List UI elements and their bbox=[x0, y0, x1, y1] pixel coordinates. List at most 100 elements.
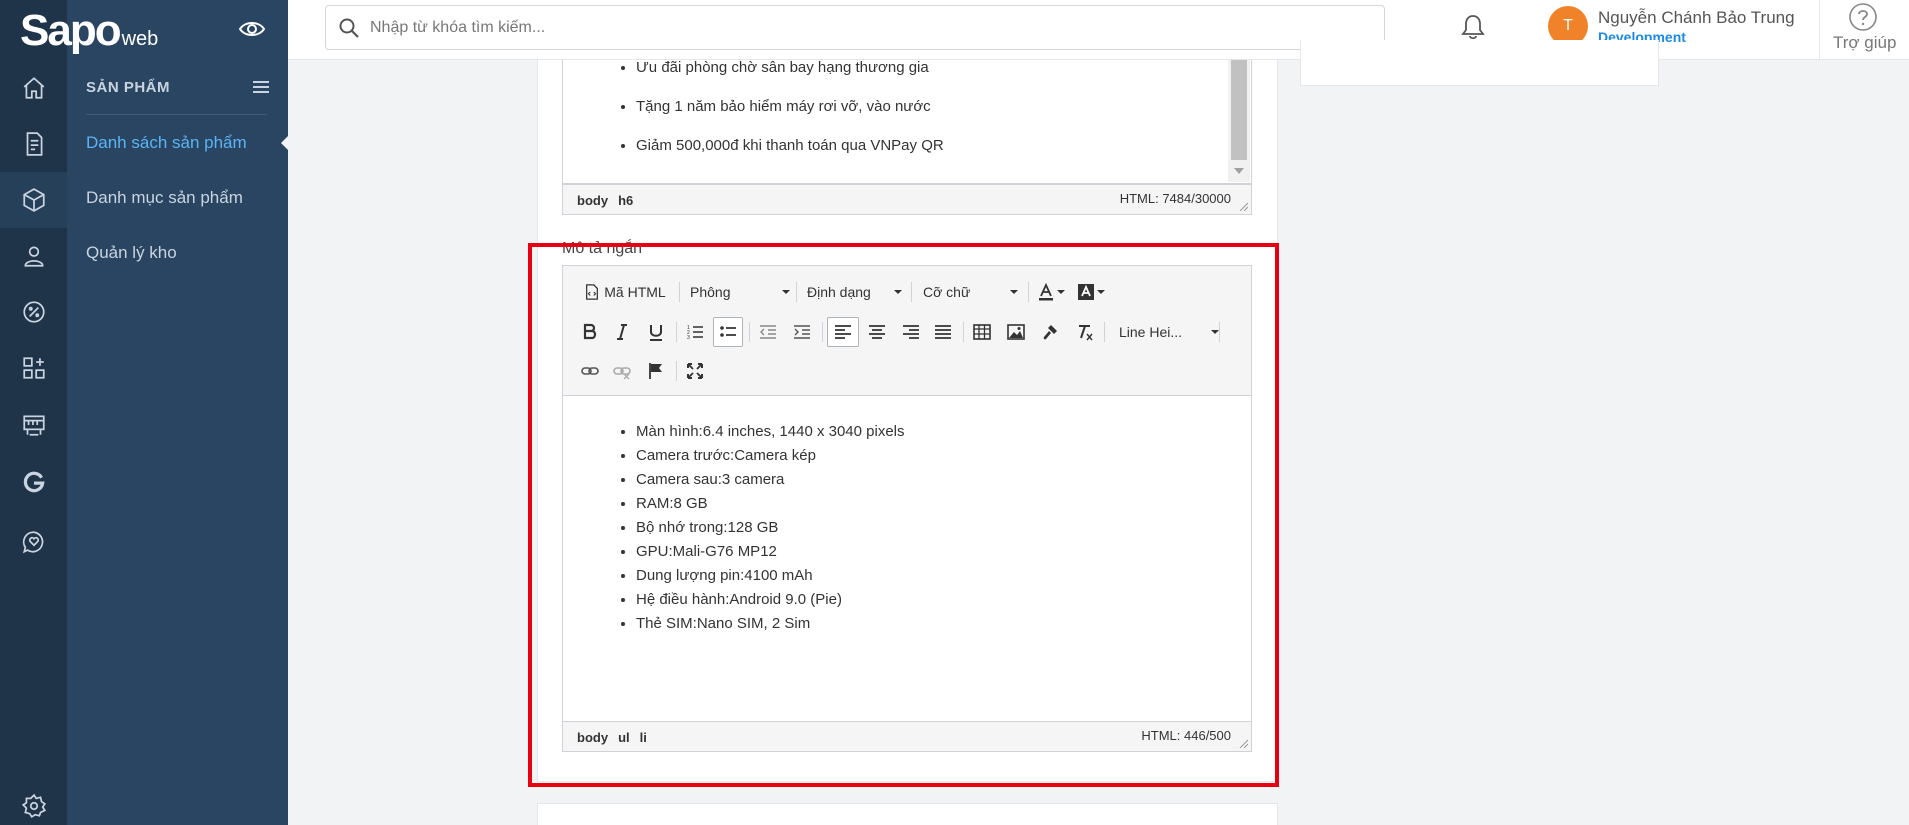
align-left-button[interactable] bbox=[827, 317, 859, 347]
html-source-button[interactable]: Mã HTML bbox=[580, 277, 670, 307]
chevron-down-icon bbox=[1057, 290, 1065, 294]
chevron-down-icon bbox=[782, 290, 790, 294]
format-dropdown-label: Định dạng bbox=[807, 284, 871, 300]
align-justify-button[interactable] bbox=[929, 317, 957, 347]
right-side-card bbox=[1300, 40, 1659, 86]
scroll-down-arrow-icon[interactable] bbox=[1234, 168, 1244, 174]
fullscreen-icon bbox=[687, 363, 703, 379]
clear-format-button[interactable] bbox=[1070, 317, 1098, 347]
help-label[interactable]: Trợ giúp bbox=[1833, 33, 1896, 53]
scroll-thumb[interactable] bbox=[1231, 60, 1247, 160]
user-name[interactable]: Nguyễn Chánh Bảo Trung bbox=[1598, 8, 1795, 28]
bell-icon[interactable] bbox=[1460, 13, 1486, 41]
font-dropdown[interactable]: Phông bbox=[690, 277, 790, 307]
outdent-button[interactable] bbox=[754, 317, 782, 347]
indent-button[interactable] bbox=[788, 317, 816, 347]
toolbar-separator bbox=[1028, 282, 1029, 302]
menu-icon[interactable] bbox=[253, 80, 269, 94]
rail-customers[interactable] bbox=[0, 228, 67, 284]
sidebar-divider bbox=[86, 114, 267, 115]
fullscreen-button[interactable] bbox=[681, 356, 709, 386]
sidebar-panel: SẢN PHẨM Danh sách sản phẩm Danh mục sản… bbox=[67, 0, 289, 825]
list-item: Camera trước:Camera kép bbox=[636, 445, 1251, 469]
toolbar-separator bbox=[911, 282, 912, 302]
short-description-editor-content[interactable]: Màn hình:6.4 inches, 1440 x 3040 pixels … bbox=[562, 396, 1252, 722]
toolbar-separator bbox=[679, 282, 680, 302]
html-source-label: Mã HTML bbox=[604, 284, 666, 300]
rail-store[interactable] bbox=[0, 397, 67, 453]
editor-scrollbar[interactable] bbox=[1228, 60, 1250, 182]
numbered-list-button[interactable]: 123 bbox=[681, 317, 709, 347]
unlink-button[interactable] bbox=[608, 356, 636, 386]
active-caret bbox=[281, 135, 289, 151]
next-section-card bbox=[537, 803, 1278, 825]
list-item: Ưu đãi phòng chờ sân bay hạng thương gia bbox=[636, 60, 1251, 97]
italic-button[interactable] bbox=[608, 317, 636, 347]
rail-apps[interactable] bbox=[0, 340, 67, 396]
toolbar-separator bbox=[749, 322, 750, 342]
link-button[interactable] bbox=[576, 356, 604, 386]
settings-icon bbox=[21, 793, 46, 819]
flag-icon bbox=[649, 363, 662, 379]
line-height-dropdown[interactable]: Line Hei... bbox=[1119, 317, 1229, 347]
anchor-button[interactable] bbox=[642, 356, 670, 386]
image-icon bbox=[1007, 324, 1025, 340]
rail-chat[interactable] bbox=[0, 514, 67, 570]
eye-icon[interactable] bbox=[237, 14, 267, 44]
short-description-list: Màn hình:6.4 inches, 1440 x 3040 pixels … bbox=[563, 421, 1251, 637]
path-body[interactable]: body bbox=[577, 193, 608, 208]
store-icon bbox=[22, 415, 45, 436]
path-body[interactable]: body bbox=[577, 730, 608, 745]
chevron-down-icon bbox=[1010, 290, 1018, 294]
html-file-icon bbox=[586, 284, 599, 300]
toolbar-separator bbox=[676, 361, 677, 381]
list-item: RAM:8 GB bbox=[636, 493, 1251, 517]
element-path: body ul li bbox=[577, 730, 657, 745]
rail-settings[interactable] bbox=[0, 778, 67, 825]
rail-orders[interactable] bbox=[0, 116, 67, 172]
resize-grip-icon[interactable] bbox=[1238, 201, 1248, 211]
description-editor-content[interactable]: Ưu đãi phòng chờ sân bay hạng thương gia… bbox=[562, 60, 1252, 184]
search-box bbox=[325, 5, 1385, 50]
icon-rail bbox=[0, 0, 67, 825]
text-color-button[interactable] bbox=[1035, 277, 1067, 307]
sapo-logo[interactable]: Sapo web bbox=[20, 6, 158, 56]
numbered-list-icon: 123 bbox=[687, 325, 703, 341]
path-ul[interactable]: ul bbox=[618, 730, 630, 745]
topbar: T Nguyễn Chánh Bảo Trung Development Trợ… bbox=[288, 0, 1909, 60]
html-count: HTML: 7484/30000 bbox=[1119, 191, 1231, 206]
table-button[interactable] bbox=[968, 317, 996, 347]
align-right-button[interactable] bbox=[897, 317, 925, 347]
bold-button[interactable] bbox=[576, 317, 604, 347]
sidebar-item-product-categories[interactable]: Danh mục sản phẩm bbox=[86, 188, 243, 208]
align-center-button[interactable] bbox=[863, 317, 891, 347]
element-path: body h6 bbox=[577, 193, 643, 208]
image-button[interactable] bbox=[1002, 317, 1030, 347]
order-icon bbox=[26, 132, 42, 156]
font-size-dropdown-label: Cỡ chữ bbox=[923, 284, 971, 300]
short-description-label: Mô tả ngắn bbox=[562, 240, 643, 257]
resize-grip-icon[interactable] bbox=[1238, 738, 1248, 748]
sidebar-item-product-list[interactable]: Danh sách sản phẩm bbox=[86, 133, 247, 153]
path-li[interactable]: li bbox=[640, 730, 647, 745]
rail-home[interactable] bbox=[0, 60, 67, 116]
format-dropdown[interactable]: Định dạng bbox=[807, 277, 907, 307]
format-painter-button[interactable] bbox=[1036, 317, 1064, 347]
rail-discounts[interactable] bbox=[0, 284, 67, 340]
list-item: Camera sau:3 camera bbox=[636, 469, 1251, 493]
bullet-list-button[interactable] bbox=[713, 317, 743, 347]
help-icon[interactable] bbox=[1848, 2, 1878, 32]
underline-button[interactable] bbox=[642, 317, 670, 347]
rail-google[interactable] bbox=[0, 454, 67, 510]
toolbar-separator bbox=[963, 322, 964, 342]
path-h6[interactable]: h6 bbox=[618, 193, 633, 208]
chevron-down-icon bbox=[1211, 330, 1219, 334]
unlink-icon bbox=[613, 367, 631, 380]
font-size-dropdown[interactable]: Cỡ chữ bbox=[923, 277, 1023, 307]
rail-products[interactable] bbox=[0, 172, 67, 228]
sidebar-item-inventory[interactable]: Quản lý kho bbox=[86, 243, 177, 263]
search-input[interactable] bbox=[370, 6, 1370, 49]
background-color-button[interactable] bbox=[1075, 277, 1107, 307]
font-dropdown-label: Phông bbox=[690, 284, 731, 300]
customer-icon bbox=[23, 246, 44, 267]
